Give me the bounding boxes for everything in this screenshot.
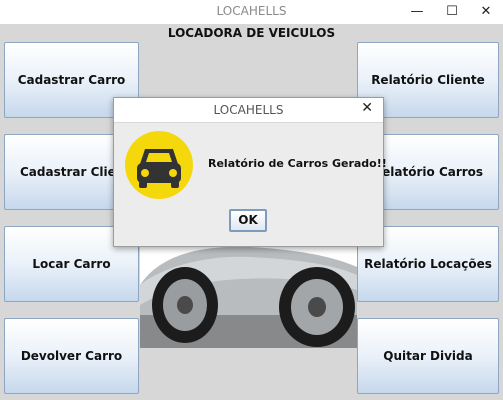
maximize-button[interactable]: ☐ [440,2,464,22]
dialog-close-button[interactable]: ✕ [361,100,373,116]
dialog-title: LOCAHELLS [213,103,284,117]
dialog-titlebar: LOCAHELLS ✕ [114,98,383,123]
message-dialog: LOCAHELLS ✕ Relatório de Carros Gerado!!… [113,97,387,247]
close-button[interactable]: ✕ [474,2,498,22]
car-icon [125,131,193,199]
dialog-message: Relatório de Carros Gerado!! [208,157,387,170]
car-wheel-image [140,245,357,348]
quitar-divida-button[interactable]: Quitar Divida [357,318,499,394]
devolver-carro-button[interactable]: Devolver Carro [4,318,139,394]
window-titlebar: LOCAHELLS — ☐ ✕ [0,0,503,25]
main-heading: LOCADORA DE VEICULOS [167,26,336,40]
minimize-button[interactable]: — [405,2,429,22]
ok-button[interactable]: OK [229,209,267,232]
